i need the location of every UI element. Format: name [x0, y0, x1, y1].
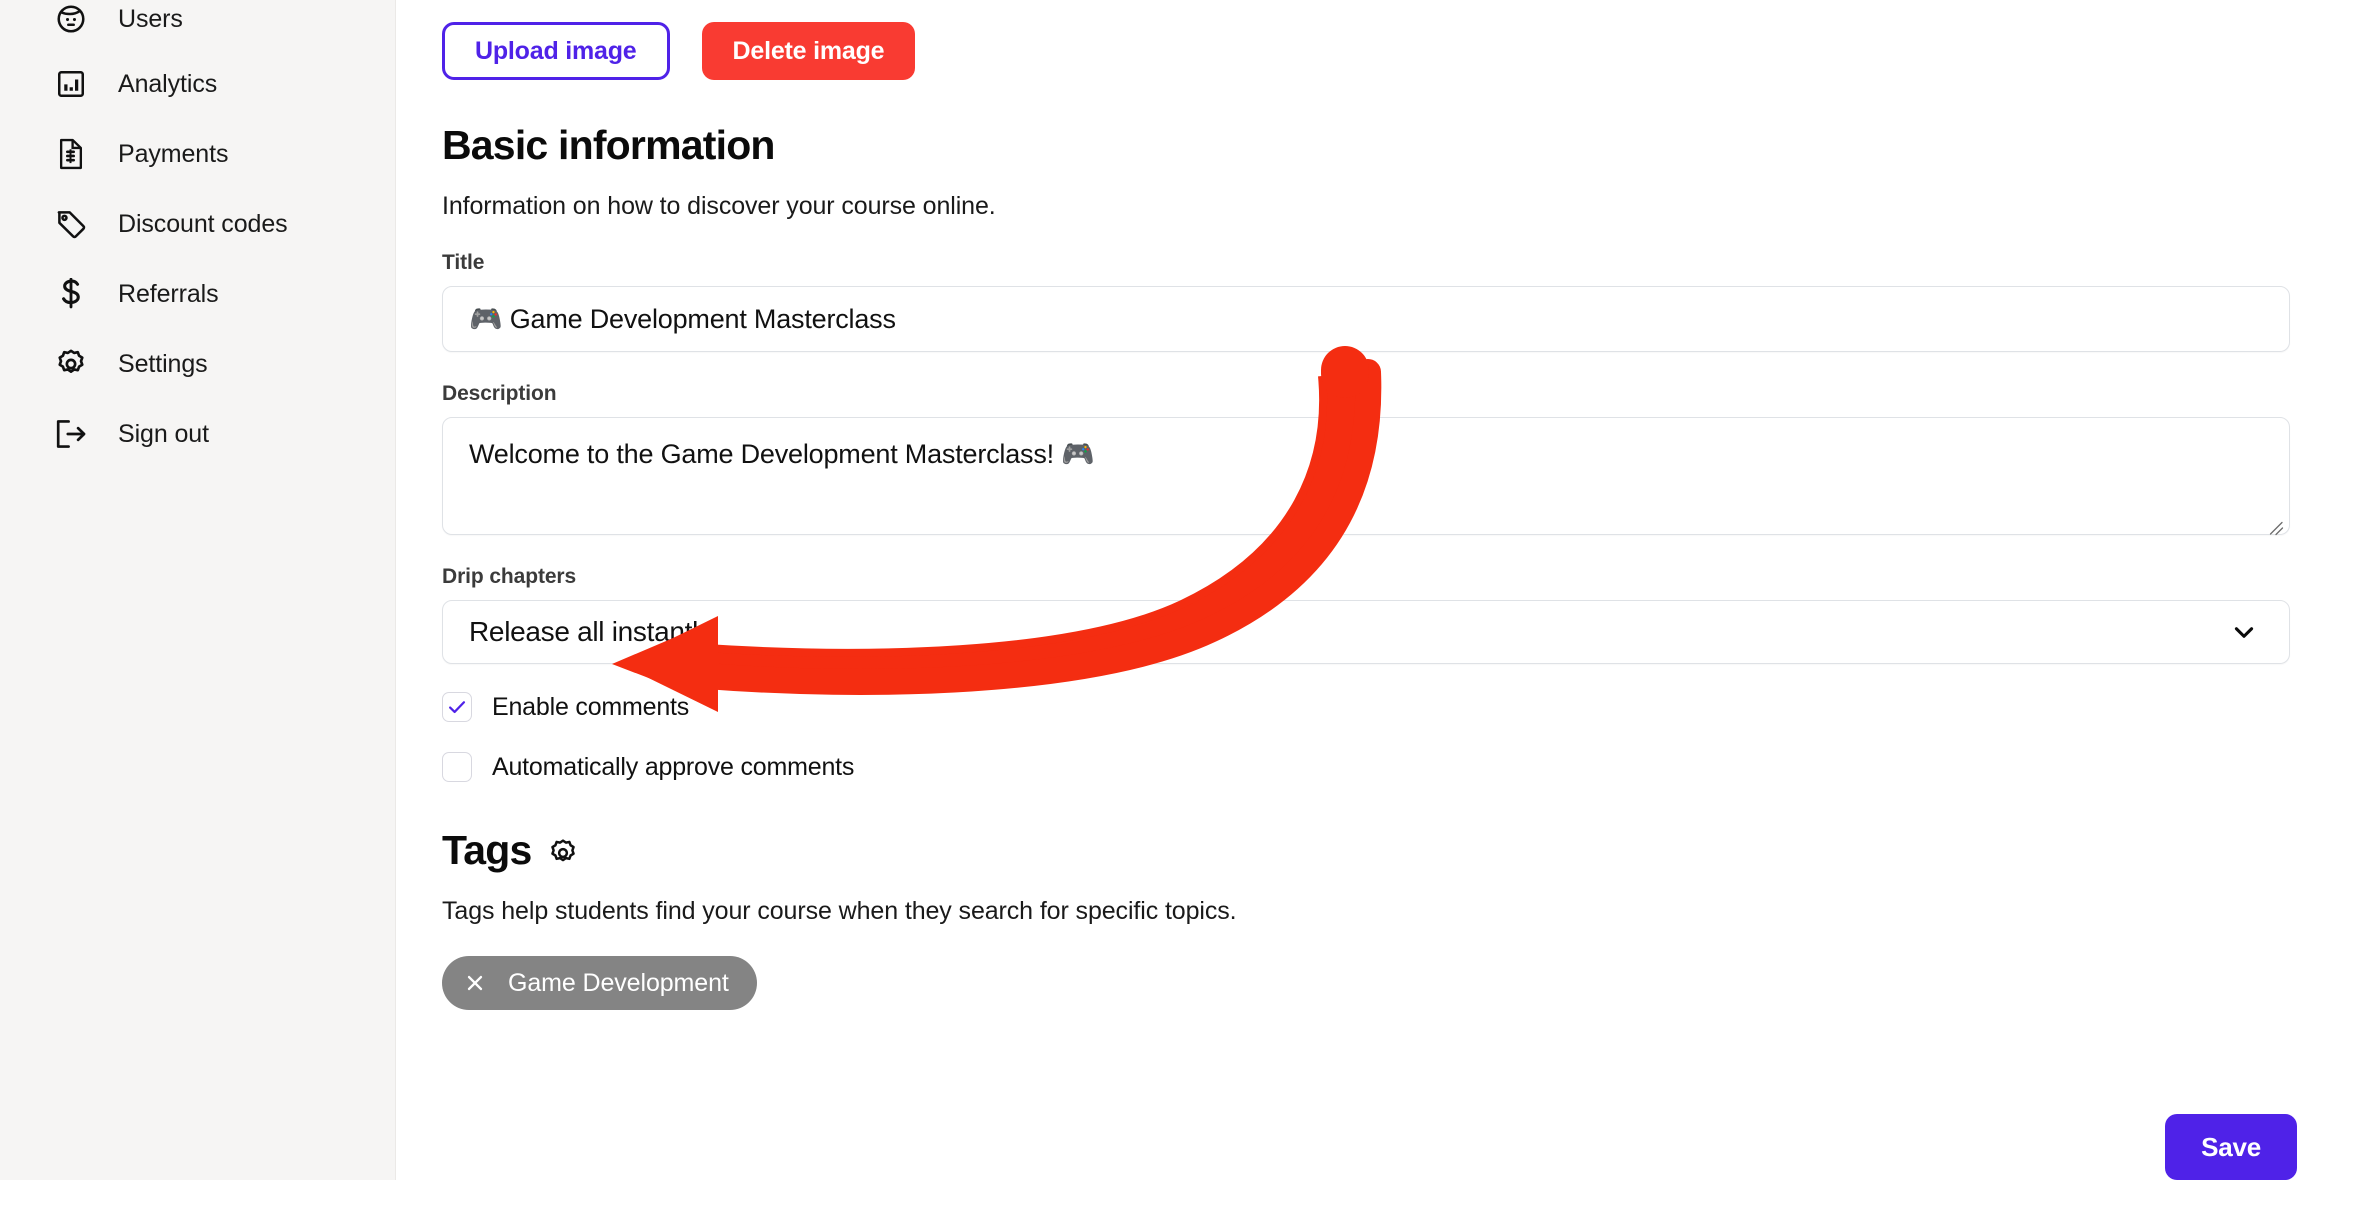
gear-icon — [54, 347, 88, 381]
drip-chapters-field-group: Drip chapters Release all instantly — [442, 565, 2290, 665]
save-button[interactable]: Save — [2165, 1114, 2297, 1180]
sidebar-item-discount-codes[interactable]: Discount codes — [0, 189, 395, 259]
tags-heading: Tags — [442, 827, 532, 874]
check-icon — [449, 701, 466, 714]
sidebar-item-analytics[interactable]: Analytics — [0, 49, 395, 119]
sidebar-item-label: Settings — [118, 349, 208, 378]
app-root: Users Analytics Payments Discount codes … — [0, 0, 2378, 1216]
drip-chapters-selected-value: Release all instantly — [469, 616, 712, 648]
drip-chapters-select[interactable]: Release all instantly — [442, 600, 2290, 665]
enable-comments-checkbox-row[interactable]: Enable comments — [442, 692, 2286, 723]
sidebar-item-users[interactable]: Users — [0, 0, 395, 49]
tag-chip-label: Game Development — [508, 968, 729, 997]
drip-chapters-label: Drip chapters — [442, 565, 577, 589]
basic-information-description: Information on how to discover your cour… — [442, 192, 996, 221]
enable-comments-label: Enable comments — [492, 692, 690, 721]
auto-approve-comments-checkbox[interactable] — [442, 752, 472, 783]
sidebar-item-payments[interactable]: Payments — [0, 119, 395, 189]
description-field-group: Description Welcome to the Game Developm… — [442, 382, 2290, 536]
course-settings-form: Upload image Delete image Basic informat… — [396, 0, 2290, 1011]
title-input[interactable]: 🎮 Game Development Masterclass — [442, 286, 2290, 353]
auto-approve-comments-label: Automatically approve comments — [492, 752, 855, 781]
tag-list: Game Development — [442, 956, 2286, 1011]
tags-description: Tags help students find your course when… — [442, 897, 1237, 926]
delete-image-button[interactable]: Delete image — [701, 22, 916, 80]
user-circle-icon — [54, 2, 88, 36]
tags-heading-row: Tags — [442, 827, 2286, 874]
tag-chip[interactable]: Game Development — [442, 956, 757, 1011]
description-label: Description — [442, 382, 557, 406]
sidebar-item-settings[interactable]: Settings — [0, 329, 395, 399]
dollar-sign-icon — [54, 277, 88, 311]
save-button-container: Save — [2165, 1114, 2297, 1180]
sidebar-item-sign-out[interactable]: Sign out — [0, 399, 395, 469]
sign-out-icon — [54, 417, 88, 451]
sidebar: Users Analytics Payments Discount codes … — [0, 0, 396, 1180]
title-label: Title — [442, 251, 485, 275]
invoice-dollar-icon — [54, 137, 88, 171]
sidebar-nav-list: Users Analytics Payments Discount codes … — [0, 0, 395, 469]
sidebar-item-label: Sign out — [118, 419, 209, 448]
description-textarea-value: Welcome to the Game Development Mastercl… — [469, 439, 1095, 470]
sidebar-item-label: Payments — [118, 139, 229, 168]
main-content: Upload image Delete image Basic informat… — [396, 0, 2378, 1216]
sidebar-item-label: Discount codes — [118, 209, 288, 238]
sidebar-item-referrals[interactable]: Referrals — [0, 259, 395, 329]
resize-grip-icon[interactable] — [2266, 512, 2284, 536]
sidebar-item-label: Analytics — [118, 69, 218, 98]
tag-icon — [54, 207, 88, 241]
tags-settings-gear-icon[interactable] — [547, 837, 579, 869]
sidebar-item-label: Users — [118, 4, 183, 33]
description-textarea[interactable]: Welcome to the Game Development Mastercl… — [442, 417, 2290, 536]
chart-bar-icon — [54, 67, 88, 101]
basic-information-heading: Basic information — [442, 122, 775, 168]
close-icon[interactable] — [464, 972, 486, 994]
auto-approve-comments-checkbox-row[interactable]: Automatically approve comments — [442, 752, 2286, 783]
image-actions-toolbar: Upload image Delete image — [442, 0, 2286, 80]
title-field-group: Title 🎮 Game Development Masterclass — [442, 251, 2290, 353]
chevron-down-icon — [2231, 619, 2257, 645]
upload-image-button[interactable]: Upload image — [442, 22, 670, 80]
sidebar-item-label: Referrals — [118, 279, 219, 308]
enable-comments-checkbox[interactable] — [442, 692, 472, 723]
